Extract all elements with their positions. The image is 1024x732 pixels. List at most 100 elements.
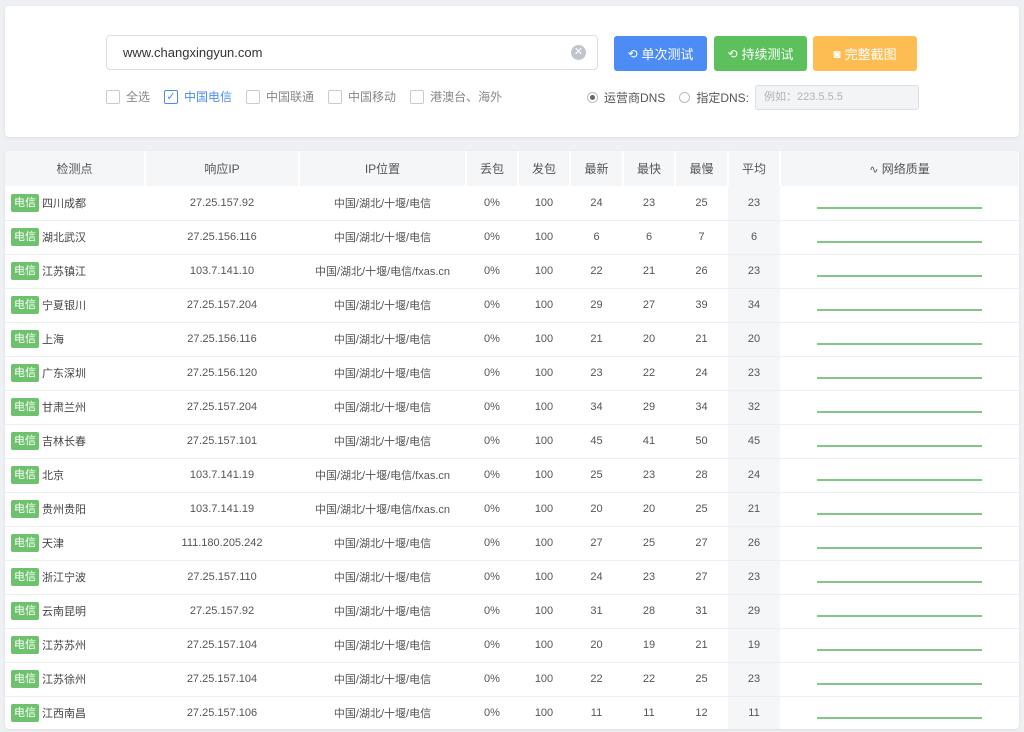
dns-options: 运营商DNS 指定DNS: 例如：223.5.5.5 — [587, 85, 920, 110]
cell-avg: 23 — [728, 560, 780, 595]
node-name: 吉林长春 — [42, 436, 86, 448]
quality-sparkline — [817, 411, 982, 413]
checkbox-checked-icon[interactable]: ✓ — [164, 89, 179, 104]
cell-node: 电信 天津 — [5, 526, 145, 561]
cell-fastest: 22 — [623, 356, 675, 391]
col-sent: 发包 — [518, 151, 571, 186]
filter-china-mobile[interactable]: 中国移动 — [328, 88, 396, 105]
col-ip: 响应IP — [145, 151, 300, 186]
clear-icon[interactable]: ✕ — [571, 45, 586, 60]
isp-badge: 电信 — [11, 228, 39, 246]
url-input-box[interactable]: ✕ — [106, 35, 598, 70]
checkbox[interactable] — [328, 89, 343, 104]
cell-ip: 27.25.157.110 — [145, 560, 299, 595]
cell-sent: 100 — [518, 662, 570, 697]
cell-avg: 32 — [728, 390, 780, 425]
cell-loss: 0% — [466, 594, 518, 629]
cell-sent: 100 — [518, 220, 570, 255]
quality-sparkline — [817, 581, 982, 583]
cell-latest: 27 — [570, 526, 623, 561]
cell-latest: 24 — [570, 560, 623, 595]
quality-sparkline — [817, 615, 982, 617]
radio-dot[interactable] — [587, 92, 598, 103]
node-name: 甘肃兰州 — [42, 402, 86, 414]
node-name: 贵州贵阳 — [42, 504, 86, 516]
node-name: 广东深圳 — [42, 368, 86, 380]
filter-china-unicom[interactable]: 中国联通 — [246, 88, 314, 105]
cell-sent: 100 — [518, 696, 570, 729]
cell-node: 电信 四川成都 — [5, 186, 145, 221]
cell-quality — [780, 594, 1019, 629]
cell-quality — [780, 628, 1019, 663]
cell-location: 中国/湖北/十堰/电信 — [299, 390, 466, 425]
cell-sent: 100 — [518, 322, 570, 357]
cell-sent: 100 — [518, 526, 570, 561]
cell-latest: 25 — [570, 458, 623, 493]
col-avg: 平均 — [728, 151, 781, 186]
cell-slowest: 21 — [675, 628, 728, 663]
isp-badge: 电信 — [11, 398, 39, 416]
table-row: 电信 宁夏银川 27.25.157.204 中国/湖北/十堰/电信 0% 100 29 27 3… — [5, 288, 1019, 323]
cell-slowest: 39 — [675, 288, 728, 323]
checkbox[interactable] — [106, 89, 120, 104]
results-table: 检测点 响应IP IP位置 丢包 发包 最新 最快 最慢 平均 ∿ 网络质量 电… — [5, 151, 1019, 729]
cell-location: 中国/湖北/十堰/电信 — [299, 594, 466, 629]
url-input[interactable] — [123, 36, 563, 69]
node-name: 宁夏银川 — [42, 300, 86, 312]
col-fastest: 最快 — [623, 151, 676, 186]
cell-fastest: 23 — [623, 560, 675, 595]
cell-sent: 100 — [518, 356, 570, 391]
checkbox[interactable] — [246, 89, 261, 104]
cell-avg: 21 — [728, 492, 780, 527]
cell-location: 中国/湖北/十堰/电信 — [299, 628, 466, 663]
filter-china-telecom[interactable]: ✓ 中国电信 — [164, 88, 232, 105]
cell-avg: 29 — [728, 594, 780, 629]
isp-badge: 电信 — [11, 432, 39, 450]
cell-latest: 21 — [570, 322, 623, 357]
radio-operator-dns[interactable]: 运营商DNS — [587, 89, 665, 106]
table-row: 电信 江苏徐州 27.25.157.104 中国/湖北/十堰/电信 0% 100 22 22 2… — [5, 662, 1019, 697]
cell-loss: 0% — [466, 220, 518, 255]
cell-location: 中国/湖北/十堰/电信/fxas.cn — [299, 254, 466, 289]
filter-overseas[interactable]: 港澳台、海外 — [410, 88, 502, 105]
node-name: 江苏苏州 — [42, 640, 86, 652]
cell-node: 电信 宁夏银川 — [5, 288, 145, 323]
cell-sent: 100 — [518, 560, 570, 595]
continuous-test-button[interactable]: ⟲ 持续测试 — [714, 36, 807, 71]
table-row: 电信 北京 103.7.141.19 中国/湖北/十堰/电信/fxas.cn 0% 100… — [5, 458, 1019, 493]
cell-slowest: 21 — [675, 322, 728, 357]
cell-ip: 27.25.156.120 — [145, 356, 299, 391]
node-name: 江苏镇江 — [42, 266, 86, 278]
radio-dot[interactable] — [679, 92, 691, 103]
full-screenshot-button[interactable]: ◙ 完整截图 — [813, 36, 917, 71]
quality-sparkline — [817, 309, 982, 311]
cell-quality — [780, 186, 1019, 221]
table-header: 检测点 响应IP IP位置 丢包 发包 最新 最快 最慢 平均 ∿ 网络质量 — [5, 151, 1019, 186]
isp-badge: 电信 — [11, 193, 39, 212]
col-loss: 丢包 — [466, 151, 519, 186]
cell-latest: 34 — [570, 390, 623, 425]
refresh-icon: ⟲ — [727, 46, 738, 61]
custom-dns-input[interactable]: 例如：223.5.5.5 — [755, 85, 920, 110]
cell-loss: 0% — [466, 288, 518, 323]
quality-sparkline — [817, 547, 982, 549]
cell-ip: 27.25.157.104 — [145, 628, 299, 663]
col-slowest: 最慢 — [675, 151, 729, 186]
single-test-button[interactable]: ⟲ 单次测试 — [614, 36, 707, 71]
cell-ip: 111.180.205.242 — [145, 526, 299, 561]
cell-loss: 0% — [466, 254, 518, 289]
checkbox[interactable] — [410, 89, 425, 104]
cell-fastest: 6 — [623, 220, 675, 255]
cell-sent: 100 — [518, 424, 570, 459]
cell-loss: 0% — [466, 492, 518, 527]
filter-select-all[interactable]: 全选 — [106, 88, 150, 105]
node-name: 云南昆明 — [42, 606, 86, 618]
radio-custom-dns[interactable]: 指定DNS: — [679, 89, 749, 106]
cell-slowest: 27 — [675, 560, 728, 595]
cell-location: 中国/湖北/十堰/电信 — [299, 424, 466, 459]
isp-badge: 电信 — [11, 636, 39, 654]
node-name: 浙江宁波 — [42, 572, 86, 584]
cell-ip: 103.7.141.19 — [145, 492, 299, 527]
cell-loss: 0% — [466, 322, 518, 357]
cell-sent: 100 — [518, 254, 570, 289]
